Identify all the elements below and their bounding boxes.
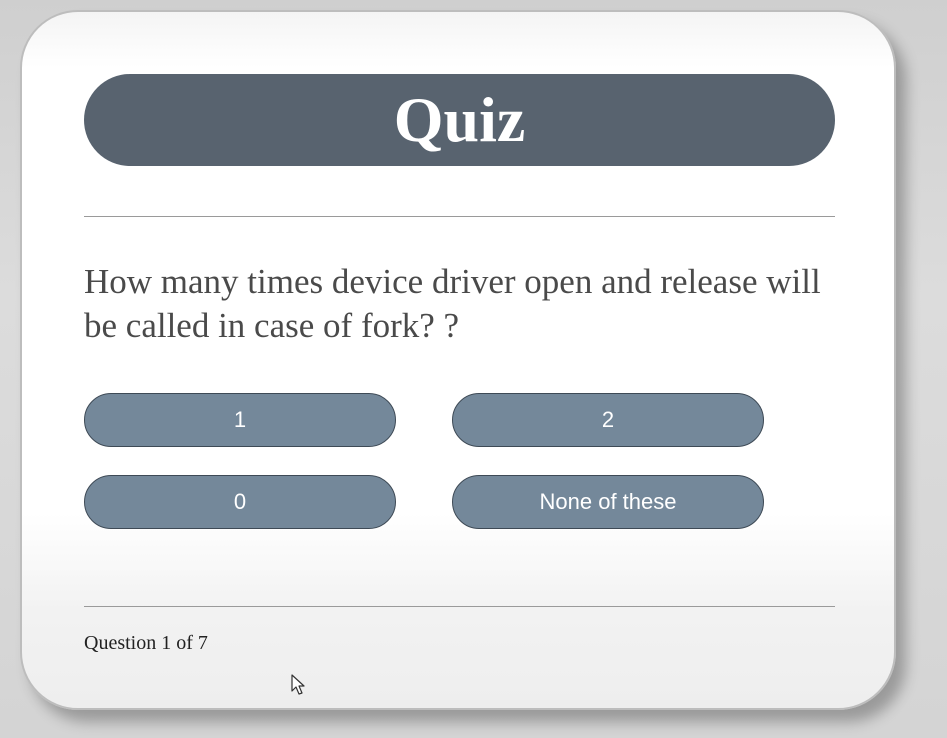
- answer-button-3[interactable]: 0: [84, 475, 396, 529]
- quiz-card: Quiz How many times device driver open a…: [20, 10, 896, 710]
- answer-button-2[interactable]: 2: [452, 393, 764, 447]
- mouse-pointer-icon: [291, 674, 305, 695]
- quiz-title: Quiz: [393, 84, 526, 155]
- question-progress: Question 1 of 7: [84, 632, 208, 654]
- answer-button-4[interactable]: None of these: [452, 475, 764, 529]
- quiz-header: Quiz: [84, 74, 835, 166]
- answer-button-1[interactable]: 1: [84, 393, 396, 447]
- question-text: How many times device driver open and re…: [84, 262, 821, 345]
- top-divider: [84, 216, 835, 217]
- bottom-divider: [84, 606, 835, 607]
